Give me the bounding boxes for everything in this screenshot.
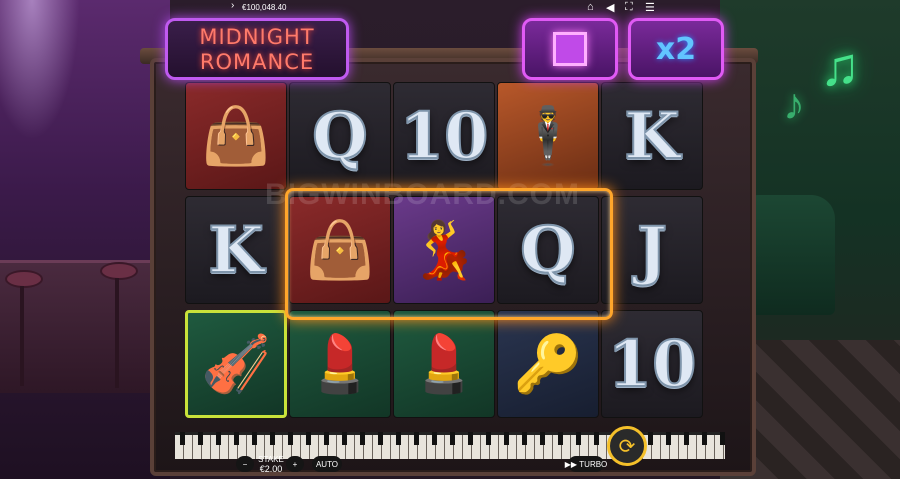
handbag-icon: 👜 [305,218,375,281]
symbol-glyph: 10 [398,98,489,175]
stool-leg [115,278,119,388]
symbol-woman: 💃 [393,196,495,304]
fullscreen-icon[interactable]: ⛶ [625,1,633,14]
keys-icon: 🔑 [513,332,583,395]
multiplier-value: x2 [655,31,697,67]
symbol-Q: Q [497,196,599,304]
cube-icon [553,32,587,66]
neon-music-note-icon: ♪ [783,80,805,129]
bar-stool [100,262,138,280]
symbol-Q: Q [289,82,391,190]
stool-leg [20,286,24,386]
symbol-K: K [601,82,703,190]
watermark: BIGWINBOARD.COM [265,178,580,211]
symbol-10: 10 [601,310,703,418]
lamp-light [0,0,80,140]
checkered-floor [750,340,900,479]
symbol-glyph: Q [311,98,369,175]
symbol-J: J [601,196,703,304]
symbol-man-bass: 🎻 [185,310,287,418]
sound-icon[interactable]: ◀ [606,1,614,14]
symbol-handbag: 👜 [185,82,287,190]
symbol-compact: 💄 [289,310,391,418]
turbo-label: TURBO [579,459,608,469]
stake-value: €2.00 [259,464,283,474]
reel-grid: 👜 K 🎻 Q 👜 💄 10 💃 💄 🕴 Q 🔑 K J 10 [185,82,705,424]
symbol-compact: 💄 [393,310,495,418]
turbo-icon: ▶▶ [564,459,578,469]
multiplier-box: x2 [628,18,724,80]
logo-line-1: MIDNIGHT [199,25,315,49]
spin-button[interactable]: ⟳ [607,426,647,466]
compact-icon: 💄 [305,332,375,395]
back-arrow-icon[interactable]: › [231,0,234,11]
symbol-handbag: 👜 [289,196,391,304]
game-logo: MIDNIGHT ROMANCE [165,18,349,80]
auto-button[interactable]: AUTO [312,456,342,472]
symbol-glyph: Q [519,212,577,289]
symbol-keys: 🔑 [497,310,599,418]
symbol-man-glasses: 🕴 [497,82,599,190]
woman-icon: 💃 [409,218,479,281]
feature-indicator [522,18,618,80]
bar-stool [5,270,43,288]
symbol-glyph: 10 [606,326,697,403]
neon-music-notes-icon: ♫ [819,37,861,97]
man-bass-icon: 🎻 [201,332,271,395]
symbol-glyph: K [207,212,265,289]
symbol-glyph: K [623,98,681,175]
stake-minus-button[interactable]: − [236,456,254,472]
handbag-icon: 👜 [201,104,271,167]
symbol-10: 10 [393,82,495,190]
turbo-button[interactable]: ▶▶ TURBO [564,456,608,472]
symbol-glyph: J [636,212,668,289]
balance-value: €100,048.40 [242,3,287,12]
menu-icon[interactable]: ☰ [645,1,655,14]
symbol-K: K [185,196,287,304]
man-glasses-icon: 🕴 [513,104,583,167]
compact-icon: 💄 [409,332,479,395]
stake-label: STAKE [258,455,284,464]
stake-plus-button[interactable]: + [286,456,304,472]
logo-line-2: ROMANCE [199,50,315,74]
home-icon[interactable]: ⌂ [587,1,594,13]
spin-icon: ⟳ [618,435,636,458]
top-bar: › €100,048.40 ⌂ ◀ ⛶ ☰ [0,0,900,16]
